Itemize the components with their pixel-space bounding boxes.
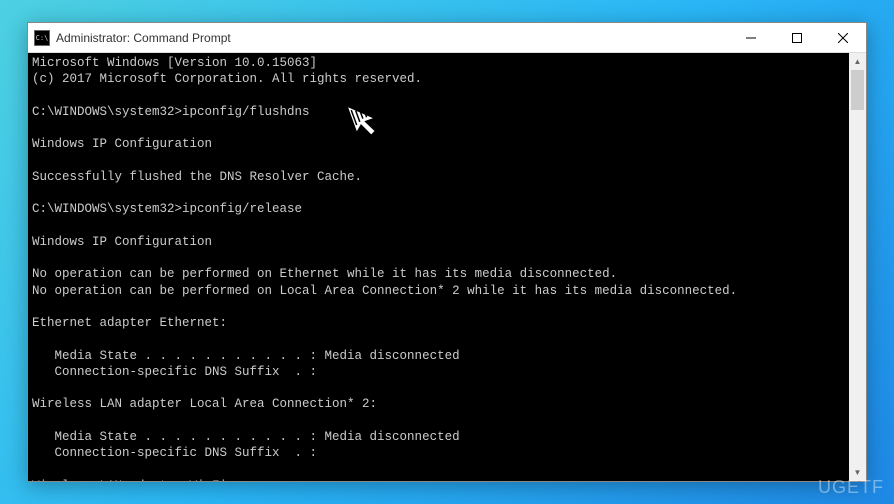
terminal-line: Windows IP Configuration bbox=[32, 234, 862, 250]
scrollbar-track[interactable] bbox=[849, 70, 866, 464]
maximize-button[interactable] bbox=[774, 23, 820, 52]
terminal-line bbox=[32, 153, 862, 169]
terminal-line: Microsoft Windows [Version 10.0.15063] bbox=[32, 55, 862, 71]
scroll-up-arrow[interactable]: ▲ bbox=[849, 53, 866, 70]
command-prompt-window: C:\ Administrator: Command Prompt Micros… bbox=[27, 22, 867, 482]
terminal-line bbox=[32, 218, 862, 234]
terminal-line bbox=[32, 380, 862, 396]
terminal-output[interactable]: Microsoft Windows [Version 10.0.15063](c… bbox=[28, 53, 866, 481]
window-title: Administrator: Command Prompt bbox=[56, 31, 728, 45]
terminal-line: C:\WINDOWS\system32>ipconfig/flushdns bbox=[32, 104, 862, 120]
terminal-line: Media State . . . . . . . . . . . : Medi… bbox=[32, 429, 862, 445]
terminal-line bbox=[32, 185, 862, 201]
minimize-button[interactable] bbox=[728, 23, 774, 52]
terminal-line: Wireless LAN adapter Wi-Fi: bbox=[32, 478, 862, 482]
terminal-line: Ethernet adapter Ethernet: bbox=[32, 315, 862, 331]
terminal-line: Windows IP Configuration bbox=[32, 136, 862, 152]
terminal-line: Successfully flushed the DNS Resolver Ca… bbox=[32, 169, 862, 185]
watermark: UGETF bbox=[818, 477, 884, 498]
terminal-line bbox=[32, 413, 862, 429]
scrollbar[interactable]: ▲ ▼ bbox=[849, 53, 866, 481]
cmd-icon: C:\ bbox=[34, 30, 50, 46]
terminal-line: Connection-specific DNS Suffix . : bbox=[32, 364, 862, 380]
close-button[interactable] bbox=[820, 23, 866, 52]
terminal-line: Connection-specific DNS Suffix . : bbox=[32, 445, 862, 461]
terminal-line bbox=[32, 299, 862, 315]
terminal-line bbox=[32, 331, 862, 347]
terminal-line: Wireless LAN adapter Local Area Connecti… bbox=[32, 396, 862, 412]
terminal-line: (c) 2017 Microsoft Corporation. All righ… bbox=[32, 71, 862, 87]
scrollbar-thumb[interactable] bbox=[851, 70, 864, 110]
terminal-line: No operation can be performed on Etherne… bbox=[32, 266, 862, 282]
terminal-line: C:\WINDOWS\system32>ipconfig/release bbox=[32, 201, 862, 217]
terminal-line bbox=[32, 461, 862, 477]
terminal-line: No operation can be performed on Local A… bbox=[32, 283, 862, 299]
terminal-line bbox=[32, 120, 862, 136]
window-controls bbox=[728, 23, 866, 52]
terminal-line bbox=[32, 250, 862, 266]
terminal-line: Media State . . . . . . . . . . . : Medi… bbox=[32, 348, 862, 364]
titlebar[interactable]: C:\ Administrator: Command Prompt bbox=[28, 23, 866, 53]
terminal-line bbox=[32, 88, 862, 104]
